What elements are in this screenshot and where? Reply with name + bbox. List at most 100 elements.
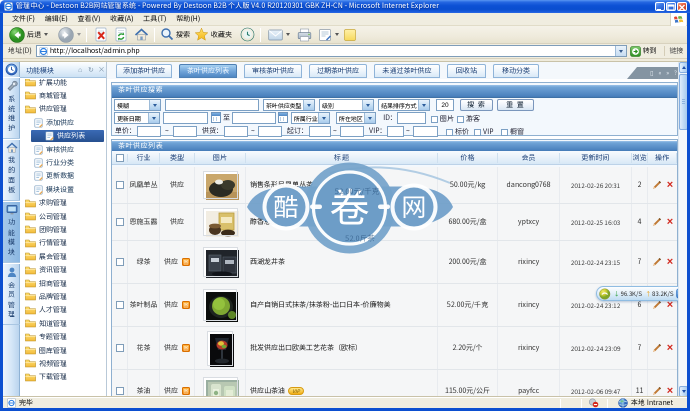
keyword-input[interactable]: [165, 99, 259, 111]
tab-recycle-bin[interactable]: 回收站: [447, 64, 486, 78]
sidebar-subitem[interactable]: 更新数据: [20, 170, 106, 182]
row-title-link[interactable]: 醇香恩施玉露: [250, 217, 292, 227]
page-size-input[interactable]: [436, 99, 454, 111]
row-industry[interactable]: 花茶: [128, 327, 160, 369]
sidebar-item[interactable]: 供应管理: [20, 103, 106, 115]
menu-view[interactable]: 查看(V): [72, 13, 105, 26]
supply-max-input[interactable]: [258, 126, 282, 137]
sidebar-item[interactable]: 行情管理: [20, 237, 106, 249]
vertical-scrollbar[interactable]: [678, 62, 687, 397]
row-checkbox[interactable]: [112, 241, 128, 283]
scroll-left-icon[interactable]: «: [658, 68, 661, 78]
supply-type-select[interactable]: 茶叶供应类型: [263, 99, 315, 111]
product-thumbnail[interactable]: [207, 330, 234, 367]
sidebar-item[interactable]: 资讯管理: [20, 264, 106, 276]
favorites-button[interactable]: 收藏夹: [192, 26, 234, 44]
row-member[interactable]: rixincy: [498, 327, 560, 369]
delete-x-icon[interactable]: ×: [667, 300, 673, 311]
sidebar-subitem[interactable]: 模块设置: [20, 184, 106, 196]
sidebar-item[interactable]: 知道管理: [20, 318, 106, 330]
strip-section-2[interactable]: 我的面板: [3, 139, 20, 201]
close-button[interactable]: [677, 2, 687, 11]
search-submit-button[interactable]: 搜 索: [460, 99, 493, 111]
help-icon[interactable]: ?: [674, 68, 677, 78]
row-member[interactable]: rixincy: [498, 284, 560, 326]
sidebar-item[interactable]: 品牌管理: [20, 291, 106, 303]
back-dropdown-icon[interactable]: [44, 33, 48, 36]
tab-audit-supply[interactable]: 审核茶叶供应: [244, 64, 302, 78]
stop-button[interactable]: [92, 26, 110, 44]
row-member[interactable]: rixincy: [498, 241, 560, 283]
edit-pencil-icon[interactable]: [652, 343, 662, 353]
reset-button[interactable]: 重 置: [497, 99, 534, 111]
panel-icon[interactable]: ▯: [650, 68, 653, 78]
id-input[interactable]: [397, 112, 426, 124]
guest-checkbox[interactable]: 游客: [457, 114, 480, 124]
row-industry[interactable]: 茶油: [128, 370, 160, 396]
menu-file[interactable]: 文件(F): [7, 13, 40, 26]
mail-dropdown-icon[interactable]: [286, 33, 290, 36]
sidebar-subitem[interactable]: 添加供应: [20, 117, 106, 129]
forward-dropdown-icon[interactable]: [77, 33, 81, 36]
row-title-link[interactable]: 自产自销日式抹茶/抹茶粉-出口日本-价廉物美: [250, 300, 391, 310]
row-member[interactable]: payfcc: [498, 370, 560, 396]
row-title-link[interactable]: 批发供应出口欧美工艺花茶（欧标）: [250, 343, 362, 353]
strip-section-1[interactable]: 系统维护: [3, 77, 20, 139]
scroll-up-icon[interactable]: [679, 62, 687, 73]
date-to-input[interactable]: [232, 112, 276, 124]
match-mode-select[interactable]: 模糊: [114, 99, 161, 111]
sidebar-item[interactable]: 下载管理: [20, 371, 106, 383]
menu-edit[interactable]: 编辑(E): [40, 13, 73, 26]
product-thumbnail[interactable]: [202, 208, 239, 237]
minorder-min-input[interactable]: [309, 126, 331, 137]
go-button[interactable]: 转到: [629, 45, 657, 57]
strip-section-4[interactable]: 会员管理: [3, 263, 20, 325]
row-checkbox[interactable]: [112, 284, 128, 326]
refresh-button[interactable]: [112, 26, 130, 44]
product-thumbnail[interactable]: [203, 289, 238, 322]
delete-x-icon[interactable]: ×: [667, 180, 673, 191]
scroll-right-icon[interactable]: »: [666, 68, 669, 78]
row-checkbox[interactable]: [112, 204, 128, 240]
sidebar-item[interactable]: 招商管理: [20, 278, 106, 290]
row-industry[interactable]: 茶叶制品: [128, 284, 160, 326]
row-title-link[interactable]: 销售条形凤凰单丛茶: [250, 180, 313, 190]
tab-rejected-supply[interactable]: 未通过茶叶供应: [374, 64, 440, 78]
delete-x-icon[interactable]: ×: [667, 257, 673, 268]
print-button[interactable]: [295, 26, 314, 44]
row-member[interactable]: dancong0768: [498, 167, 560, 203]
search-button[interactable]: 搜索: [158, 26, 192, 44]
delete-x-icon[interactable]: ×: [667, 386, 673, 397]
vip-checkbox[interactable]: VIP: [474, 127, 494, 137]
sidebar-item[interactable]: 图库管理: [20, 345, 106, 357]
row-title-link[interactable]: 西湖龙井茶: [250, 257, 285, 267]
row-checkbox[interactable]: [112, 327, 128, 369]
back-button[interactable]: 后退: [7, 26, 50, 44]
menu-help[interactable]: 帮助(H): [171, 13, 205, 26]
row-industry[interactable]: 凤凰单丛: [128, 167, 160, 203]
row-industry[interactable]: 恩施玉露: [128, 204, 160, 240]
vip-max-input[interactable]: [413, 126, 438, 137]
date-field-select[interactable]: 更新日期: [114, 112, 160, 124]
sidebar-item[interactable]: 求购管理: [20, 197, 106, 209]
level-select[interactable]: 级别: [319, 99, 374, 111]
forward-button[interactable]: [56, 26, 83, 44]
strip-section-3[interactable]: 功能模块: [3, 201, 20, 263]
sidebar-subitem[interactable]: 行业分类: [20, 157, 106, 169]
sidebar-item[interactable]: 人才管理: [20, 304, 106, 316]
edit-dropdown-icon[interactable]: [335, 33, 339, 36]
sidebar-subitem[interactable]: 审核供应: [20, 144, 106, 156]
delete-x-icon[interactable]: ×: [667, 217, 673, 228]
discuss-button[interactable]: [341, 26, 359, 44]
history-button[interactable]: [238, 26, 257, 44]
row-checkbox[interactable]: [112, 370, 128, 396]
menu-tools[interactable]: 工具(T): [138, 13, 171, 26]
sidebar-item[interactable]: 扩展功能: [20, 79, 106, 89]
tab-supply-list[interactable]: 茶叶供应列表: [179, 64, 237, 78]
supply-min-input[interactable]: [224, 126, 248, 137]
sidebar-item[interactable]: 专题管理: [20, 331, 106, 343]
edit-pencil-icon[interactable]: [652, 180, 662, 190]
tab-add-supply[interactable]: 添加茶叶供应: [116, 64, 172, 78]
row-member[interactable]: yptxcy: [498, 204, 560, 240]
sidebar-item[interactable]: 公司管理: [20, 211, 106, 223]
